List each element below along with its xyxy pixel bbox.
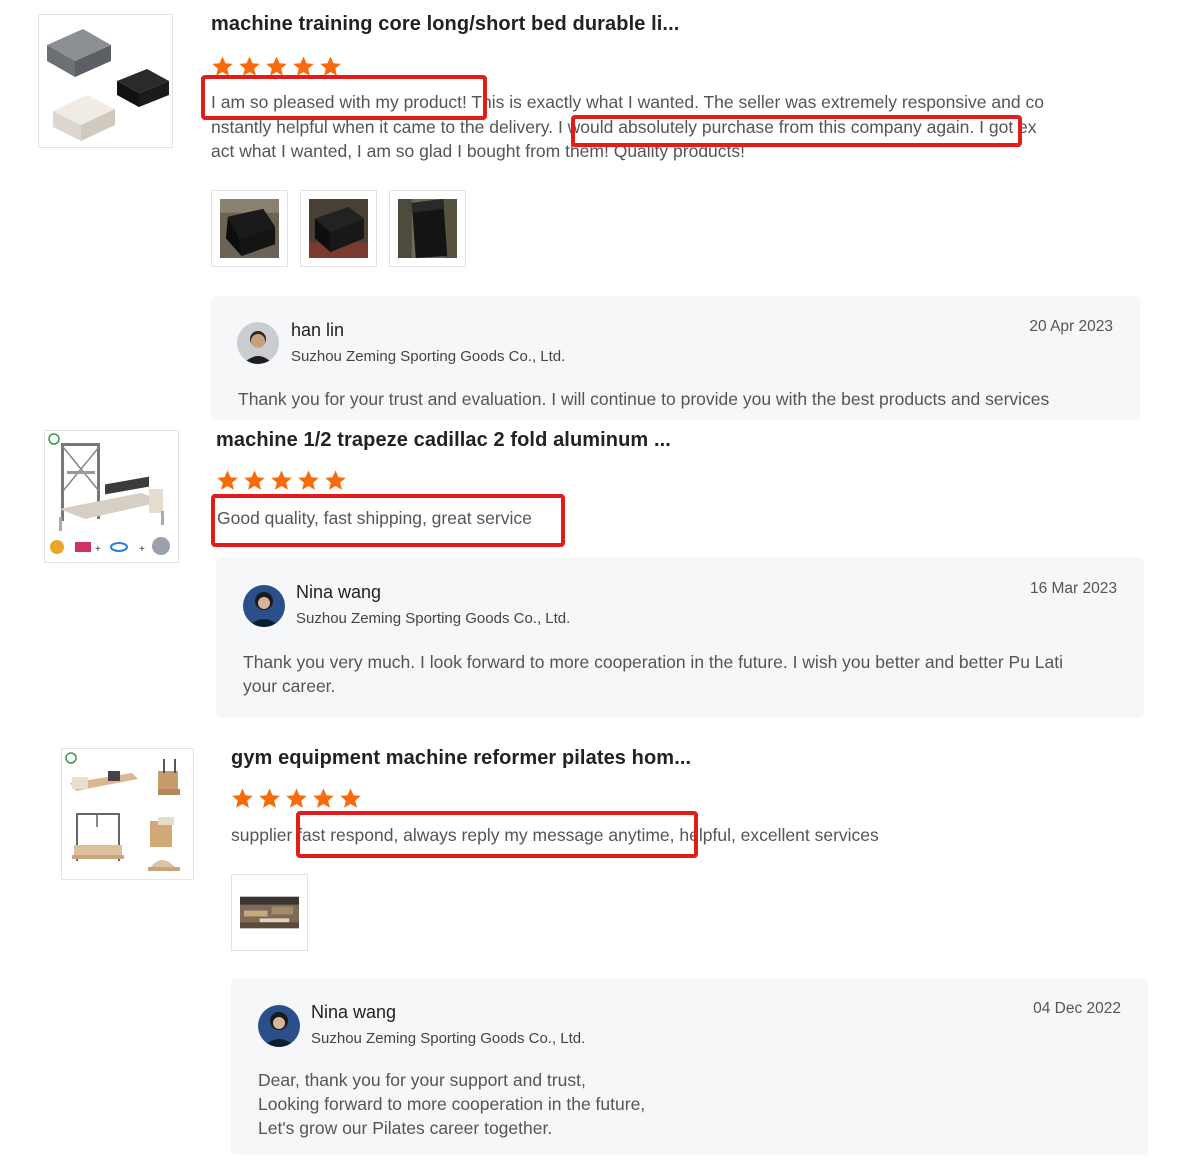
photo-image (220, 199, 279, 258)
highlight-box (296, 811, 698, 858)
product-title[interactable]: gym equipment machine reformer pilates h… (231, 747, 691, 770)
svg-text:+: + (139, 544, 145, 555)
star-icon (270, 469, 293, 492)
star-icon (216, 469, 239, 492)
star-icon (258, 787, 281, 810)
svg-text:+: + (95, 544, 101, 555)
seller-reply: Nina wang Suzhou Zeming Sporting Goods C… (231, 978, 1148, 1155)
star-icon (285, 787, 308, 810)
reply-company-name: Suzhou Zeming Sporting Goods Co., Ltd. (311, 1030, 586, 1047)
highlight-box (201, 75, 487, 120)
reply-text-line: Dear, thank you for your support and tru… (258, 1070, 586, 1090)
highlight-box (571, 115, 1022, 147)
avatar (243, 585, 285, 627)
star-icon (243, 469, 266, 492)
reply-date: 16 Mar 2023 (1029, 580, 1117, 597)
star-icon (312, 787, 335, 810)
reply-author-name: Nina wang (311, 1002, 397, 1022)
seller-reply: Nina wang Suzhou Zeming Sporting Goods C… (216, 557, 1144, 718)
photo-image (240, 883, 299, 942)
review-photo[interactable] (389, 190, 466, 267)
reply-text-line: Let's grow our Pilates career together. (258, 1118, 553, 1138)
seller-reply: han lin Suzhou Zeming Sporting Goods Co.… (211, 296, 1140, 420)
reply-date: 04 Dec 2022 (1033, 1000, 1121, 1017)
avatar (258, 1005, 300, 1047)
review-photo[interactable] (300, 190, 377, 267)
reply-text-line: Looking forward to more cooperation in t… (258, 1094, 646, 1114)
product-image (39, 15, 172, 147)
reply-text-line: your career. (243, 676, 336, 696)
star-rating (231, 787, 362, 810)
product-thumbnail[interactable]: + + (44, 430, 179, 563)
reply-date: 20 Apr 2023 (1029, 318, 1113, 335)
review-item: + + machine 1/2 trapeze cadillac 2 fold … (0, 420, 1189, 720)
reply-text: Dear, thank you for your support and tru… (258, 1068, 645, 1140)
highlight-box (211, 494, 565, 547)
star-icon (339, 787, 362, 810)
reply-author-name: Nina wang (296, 582, 382, 602)
star-icon (231, 787, 254, 810)
review-item: gym equipment machine reformer pilates h… (0, 738, 1189, 1170)
star-icon (297, 469, 320, 492)
reply-text: Thank you for your trust and evaluation.… (238, 387, 1049, 411)
review-photo[interactable] (231, 874, 308, 951)
product-title[interactable]: machine 1/2 trapeze cadillac 2 fold alum… (216, 429, 671, 452)
product-thumbnail[interactable] (61, 748, 194, 880)
reply-company-name: Suzhou Zeming Sporting Goods Co., Ltd. (291, 348, 566, 365)
product-image (62, 749, 193, 879)
product-thumbnail[interactable] (38, 14, 173, 148)
avatar (237, 322, 279, 364)
reply-text-line: Thank you very much. I look forward to m… (243, 652, 1064, 672)
reply-author-name: han lin (291, 320, 345, 340)
reply-text: Thank you very much. I look forward to m… (243, 650, 1063, 698)
review-item: machine training core long/short bed dur… (0, 0, 1189, 420)
photo-image (309, 199, 368, 258)
product-title[interactable]: machine training core long/short bed dur… (211, 13, 679, 36)
photo-image (398, 199, 457, 258)
review-photo[interactable] (211, 190, 288, 267)
star-icon (324, 469, 347, 492)
product-image: + + (45, 431, 178, 562)
reply-company-name: Suzhou Zeming Sporting Goods Co., Ltd. (296, 610, 571, 627)
star-rating (216, 469, 347, 492)
reply-text-line: Thank you for your trust and evaluation.… (238, 389, 1050, 409)
